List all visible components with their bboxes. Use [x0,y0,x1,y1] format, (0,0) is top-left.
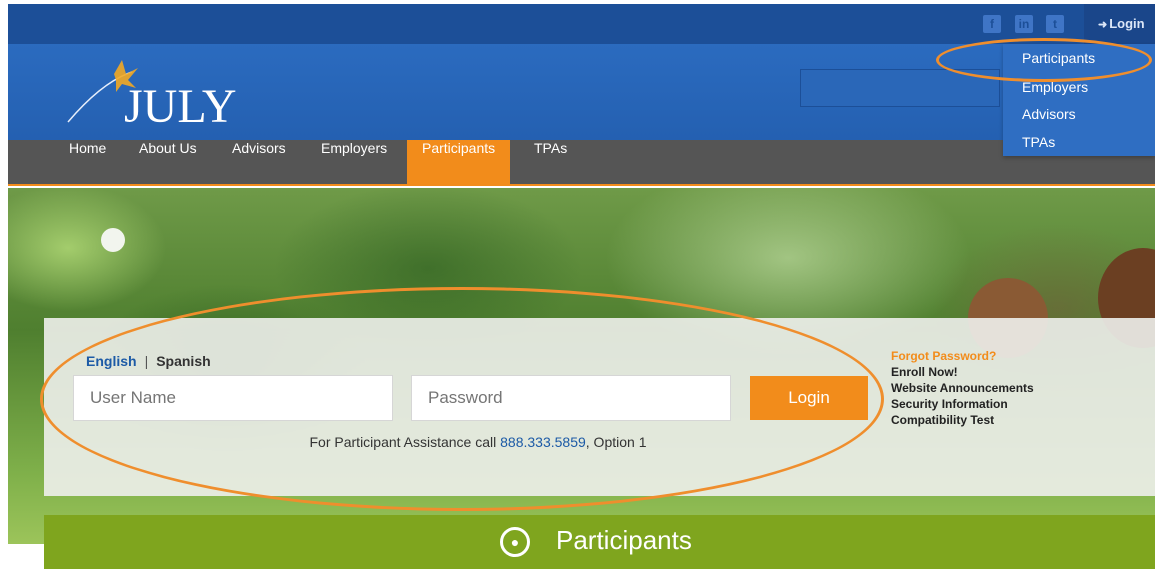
top-login-label: Login [1109,16,1145,31]
light-bokeh [101,228,125,252]
dropdown-item-advisors[interactable]: Advisors [1022,106,1076,122]
login-button[interactable]: Login [750,376,868,420]
facebook-icon[interactable]: f [983,15,1001,33]
side-links: Forgot Password? Enroll Now! Website Ann… [891,348,1034,428]
language-spanish[interactable]: Spanish [156,353,210,369]
login-panel: English | Spanish Login For Participant As… [44,318,1155,496]
nav-item-about-us[interactable]: About Us [124,140,212,186]
nav-item-employers[interactable]: Employers [306,140,402,186]
website-announcements-link[interactable]: Website Announcements [891,380,1034,396]
top-bar: f in t ➜ Login [8,4,1155,44]
banner-title: Participants [556,525,692,555]
forgot-password-link[interactable]: Forgot Password? [891,348,1034,364]
language-switcher: English | Spanish [86,353,211,369]
dropdown-item-tpas[interactable]: TPAs [1022,134,1055,150]
language-separator: | [144,353,149,369]
handshake-icon: ● [500,527,530,557]
main-nav: Home About Us Advisors Employers Partici… [8,140,1155,186]
security-information-link[interactable]: Security Information [891,396,1034,412]
nav-item-participants[interactable]: Participants [407,140,511,186]
assistance-phone-link[interactable]: 888.333.5859 [500,434,586,450]
participants-banner: ● Participants [44,515,1155,569]
july-logo[interactable]: JULY [62,52,262,132]
assistance-text: For Participant Assistance call 888.333.… [44,434,912,450]
language-english[interactable]: English [86,353,137,369]
nav-item-advisors[interactable]: Advisors [217,140,301,186]
assistance-suffix: , Option 1 [585,434,647,450]
assistance-prefix: For Participant Assistance call [309,434,497,450]
login-arrow-icon: ➜ [1098,19,1108,31]
dropdown-item-participants[interactable]: Participants [1022,50,1095,66]
password-input[interactable] [411,375,731,421]
username-input[interactable] [73,375,393,421]
login-dropdown: Participants Employers Advisors TPAs [1003,44,1155,156]
nav-item-home[interactable]: Home [54,140,121,186]
logo-text: JULY [124,80,237,132]
page: f in t ➜ Login JULY Home About Us Advisor… [0,0,1155,569]
dropdown-item-employers[interactable]: Employers [1022,79,1088,95]
twitter-icon[interactable]: t [1046,15,1064,33]
compatibility-test-link[interactable]: Compatibility Test [891,412,1034,428]
enroll-now-link[interactable]: Enroll Now! [891,364,1034,380]
site-header: JULY [8,44,1155,140]
top-login-button[interactable]: ➜ Login [1084,4,1155,44]
search-input[interactable] [800,69,1000,107]
nav-item-tpas[interactable]: TPAs [519,140,582,186]
linkedin-icon[interactable]: in [1015,15,1033,33]
